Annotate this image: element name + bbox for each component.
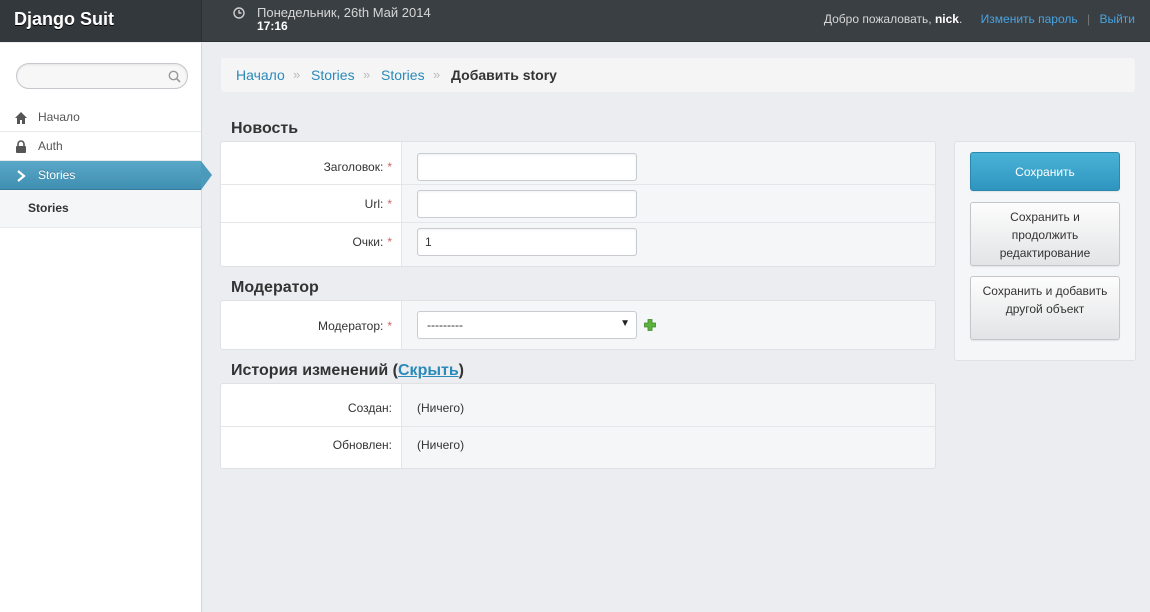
save-add-another-button[interactable]: Сохранить и добавить другой объект xyxy=(970,276,1120,340)
header-date: Понедельник, 26th Май 2014 xyxy=(257,5,431,20)
submit-panel: Сохранить Сохранить и продолжить редакти… xyxy=(954,141,1136,361)
breadcrumb: Начало » Stories » Stories » Добавить st… xyxy=(221,58,1135,92)
user-tools: Добро пожаловать, nick. Изменить пароль … xyxy=(823,12,1135,26)
fieldset-title-history: История изменений (Скрыть) xyxy=(231,362,464,379)
title-input[interactable] xyxy=(417,153,637,181)
breadcrumb-separator: » xyxy=(433,67,441,82)
required-marker: * xyxy=(387,197,392,211)
top-header: Django Suit Понедельник, 26th Май 2014 1… xyxy=(0,0,1150,42)
sidebar-item-label: Auth xyxy=(38,139,63,153)
form-row-points: Очки: * 1 xyxy=(221,223,935,266)
sidebar: Начало Auth Stories Stories xyxy=(0,43,212,612)
search-icon[interactable] xyxy=(168,70,181,83)
search-input[interactable] xyxy=(16,63,188,89)
sidebar-item-auth[interactable]: Auth xyxy=(0,132,201,161)
hide-history-link[interactable]: Скрыть xyxy=(398,362,459,379)
required-marker: * xyxy=(387,319,392,333)
dropdown-arrow-icon: ▼ xyxy=(620,318,630,329)
welcome-text: Добро пожаловать, xyxy=(823,12,932,26)
moderator-select[interactable]: --------- ▼ xyxy=(417,311,637,339)
sidebar-nav: Начало Auth Stories Stories xyxy=(0,103,212,228)
breadcrumb-app[interactable]: Stories xyxy=(311,67,355,83)
sidebar-item-stories[interactable]: Stories xyxy=(0,161,212,190)
breadcrumb-separator: » xyxy=(363,67,371,82)
created-value: (Ничего) xyxy=(417,401,465,415)
sidebar-item-label: Stories xyxy=(38,168,76,182)
header-time: 17:16 xyxy=(257,19,288,33)
required-marker: * xyxy=(387,235,392,249)
field-label: Модератор: xyxy=(317,319,384,333)
fieldset-history: Создан: (Ничего) Обновлен: (Ничего) xyxy=(220,383,936,469)
breadcrumb-separator: » xyxy=(293,67,301,82)
username: nick xyxy=(934,12,959,26)
brand-title[interactable]: Django Suit xyxy=(14,9,114,30)
history-row-created: Создан: (Ничего) xyxy=(221,384,935,427)
required-marker: * xyxy=(387,160,392,174)
lock-icon xyxy=(16,140,26,153)
field-label: Создан: xyxy=(347,401,392,415)
history-title: История изменений xyxy=(231,362,389,379)
clock-icon xyxy=(233,7,245,19)
field-label: Очки: xyxy=(352,235,384,249)
points-input[interactable]: 1 xyxy=(417,228,637,256)
breadcrumb-current: Добавить story xyxy=(451,67,557,83)
change-password-link[interactable]: Изменить пароль xyxy=(981,12,1078,26)
sidebar-item-home[interactable]: Начало xyxy=(0,103,201,132)
updated-value: (Ничего) xyxy=(417,438,465,452)
sidebar-subitem-stories[interactable]: Stories xyxy=(0,190,201,228)
save-button[interactable]: Сохранить xyxy=(970,152,1120,191)
header-separator: | xyxy=(1087,12,1091,26)
field-label: Url: xyxy=(364,197,384,211)
add-related-icon[interactable] xyxy=(644,319,656,331)
url-input[interactable] xyxy=(417,190,637,218)
form-row-moderator: Модератор: * --------- ▼ xyxy=(221,301,935,349)
history-row-updated: Обновлен: (Ничего) xyxy=(221,427,935,468)
moderator-selected-value: --------- xyxy=(427,318,463,332)
fieldset-title-moderator: Модератор xyxy=(231,279,319,296)
fieldset-moderator: Модератор: * --------- ▼ xyxy=(220,300,936,350)
chevron-right-icon xyxy=(17,170,26,182)
fieldset-news: Заголовок: * Url: * Очки: * 1 xyxy=(220,141,936,267)
breadcrumb-home[interactable]: Начало xyxy=(236,67,285,83)
sidebar-item-label: Начало xyxy=(38,110,80,124)
sidebar-subitem-label: Stories xyxy=(28,201,69,215)
fieldset-title-news: Новость xyxy=(231,120,299,137)
home-icon xyxy=(15,112,27,124)
field-label: Обновлен: xyxy=(332,438,392,452)
form-row-url: Url: * xyxy=(221,185,935,223)
field-label: Заголовок: xyxy=(323,160,384,174)
logout-link[interactable]: Выйти xyxy=(1099,12,1135,26)
brand-box: Django Suit xyxy=(0,0,202,42)
save-continue-button[interactable]: Сохранить и продолжить редактирование xyxy=(970,202,1120,266)
form-row-title: Заголовок: * xyxy=(221,142,935,185)
breadcrumb-model[interactable]: Stories xyxy=(381,67,425,83)
